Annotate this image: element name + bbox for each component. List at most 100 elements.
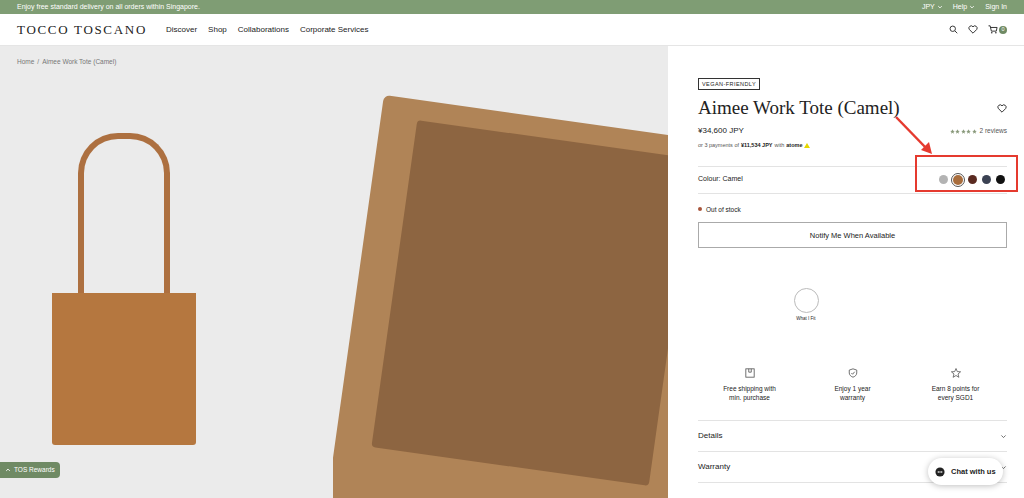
star-icon [961,129,966,134]
nav-bar: TOCCO TOSCANO Discover Shop Collaborations C… [0,14,1024,46]
top-link[interactable]: Sign In [985,2,1007,13]
nav-link[interactable]: Collaborations [238,24,289,36]
announcement-bar: Enjoy free standard delivery on all orde… [0,0,1024,14]
colour-swatch[interactable] [939,175,948,184]
nav-link[interactable]: Shop [208,24,227,36]
cart-icon [988,25,998,34]
product-photo-interior[interactable] [333,78,668,498]
top-link[interactable]: JPY [922,2,943,13]
bag-handles [78,133,170,293]
installment-suffix: with [774,141,784,149]
gallery-images [0,78,668,498]
installment: or 3 payments of¥11,534 JPYwithatome [698,141,1007,149]
stock-status: Out of stock [698,205,1007,215]
nav-links: Discover Shop Collaborations Corporate Serv… [166,24,368,36]
chat-label: Chat with us [951,466,996,477]
atome-logo: atome [786,141,802,149]
breadcrumb-item[interactable]: Home [17,57,34,67]
chat-button[interactable]: Chat with us [928,458,1003,485]
breadcrumb-separator: / [37,57,39,67]
divider [698,166,1007,167]
main-area: Home/Aimee Work Tote (Camel)VEGAN-FRIEND… [0,46,1024,498]
top-link[interactable]: Help [953,2,975,13]
box-icon [745,368,755,378]
breadcrumb: Home/Aimee Work Tote (Camel) [0,46,668,78]
installment-prefix: or 3 payments of [698,141,739,149]
bag-body [52,293,196,445]
logo[interactable]: TOCCO TOSCANO [17,20,147,40]
top-links: JPY Help Sign In [922,2,1007,13]
rewards-button[interactable]: TOS Rewards [0,462,60,478]
rewards-label: TOS Rewards [14,465,55,475]
stars [950,129,977,134]
title-row: Aimee Work Tote (Camel) [698,96,1007,120]
product-panel: VEGAN-FRIENDLY Aimee Work Tote (Camel) ¥34… [668,46,1024,498]
interior-lining [371,120,668,486]
review-count: 2 reviews [980,126,1007,136]
stock-dot [698,207,702,211]
top-link-label: JPY [922,2,935,13]
shield-icon [848,368,858,378]
colour-swatch[interactable] [996,175,1005,184]
accordion-label: Warranty [698,461,730,473]
notify-button[interactable]: Notify Me When Available [698,222,1007,248]
top-link-label: Help [953,2,967,13]
perk-text: min. purchase [729,393,770,402]
what-i-fit[interactable]: What I Fit [793,288,819,323]
colour-swatch[interactable] [982,175,991,184]
perk-text: warranty [840,393,865,402]
perk-text: Enjoy 1 year [834,384,870,393]
star-icon [972,129,977,134]
chevron-down-icon [1000,433,1007,440]
star-icon [955,129,960,134]
star-icon [966,129,971,134]
wishlist-heart-icon[interactable] [997,104,1007,113]
top-link-label: Sign In [985,2,1007,13]
accordion-row[interactable]: Details [698,420,1007,451]
cart-count: 0 [999,26,1007,34]
announcement-text: Enjoy free standard delivery on all orde… [17,2,200,13]
installment-amount: ¥11,534 JPY [741,141,773,149]
page: Enjoy free standard delivery on all orde… [0,0,1024,498]
colour-row: Colour: Camel [698,167,1007,193]
nav-link[interactable]: Discover [166,24,197,36]
caret-icon [969,4,975,10]
atome-icon [804,143,810,148]
rating[interactable]: 2 reviews [950,126,1007,136]
product-title: Aimee Work Tote (Camel) [698,96,900,120]
cart-button[interactable]: 0 [988,25,1007,34]
search-icon[interactable] [949,25,958,34]
fit-label: What I Fit [796,316,815,323]
perk: Free shipping withmin. purchase [698,368,801,402]
perk-text: every SGD1 [938,393,973,402]
perk: Earn 8 points forevery SGD1 [904,368,1007,402]
star-outline-icon [951,368,961,378]
gallery: Home/Aimee Work Tote (Camel) [0,46,668,498]
accordion-label: Details [698,430,722,442]
nav-icons: 0 [949,25,1007,34]
colour-label: Colour: Camel [698,174,743,185]
price-row: ¥34,600 JPY 2 reviews [698,125,1007,137]
chat-icon [935,467,945,477]
nav-link[interactable]: Corporate Services [300,24,368,36]
fit-circle [794,288,819,313]
perks: Free shipping withmin. purchaseEnjoy 1 y… [698,368,1007,402]
colour-swatch[interactable] [953,175,963,185]
stock-text: Out of stock [706,205,741,215]
perk-text: Free shipping with [723,384,776,393]
caret-icon [937,4,943,10]
star-icon [950,129,955,134]
badge: VEGAN-FRIENDLY [698,78,760,90]
swatches [939,175,1007,185]
breadcrumb-item: Aimee Work Tote (Camel) [42,57,116,67]
annotation-arrow-icon [888,112,938,157]
chevron-up-icon [5,467,11,473]
perk: Enjoy 1 yearwarranty [801,368,904,402]
price: ¥34,600 JPY [698,125,744,137]
annotation-box [915,155,1018,192]
divider [698,193,1007,194]
product-photo[interactable] [0,78,330,498]
colour-swatch[interactable] [968,175,977,184]
perk-text: Earn 8 points for [932,384,980,393]
heart-icon[interactable] [968,25,978,34]
